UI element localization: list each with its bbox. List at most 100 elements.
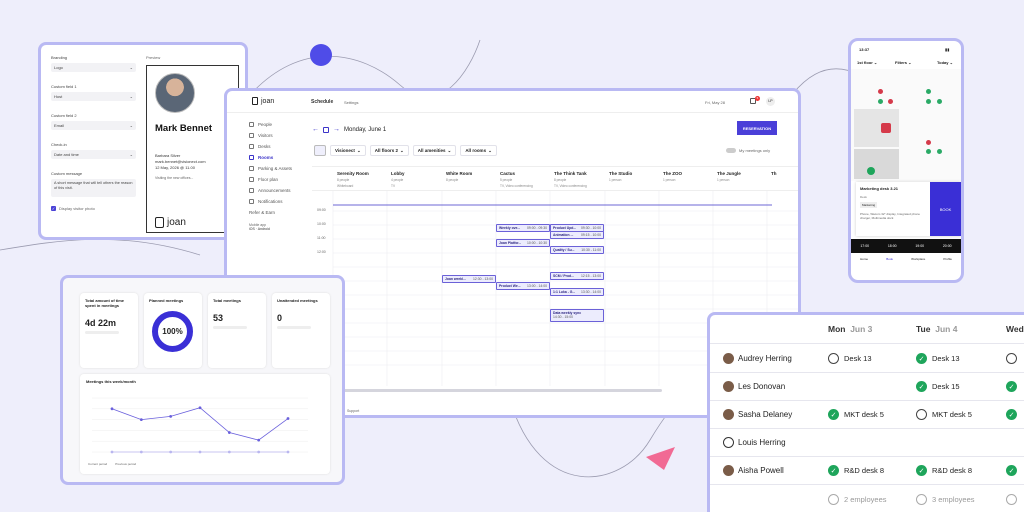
sidebar-item-people[interactable]: People xyxy=(249,119,309,130)
view-toggle[interactable] xyxy=(314,145,326,156)
table-row[interactable]: Les Donovan ✓ Desk 15 ✓ xyxy=(710,373,1024,401)
visitor-name: Mark Bennet xyxy=(155,123,213,134)
sidebar-item-announcements[interactable]: Announcements xyxy=(249,185,309,196)
battery-icon: ▮▮ xyxy=(945,47,950,52)
sidebar-item-notifications[interactable]: Notifications xyxy=(249,196,309,207)
employees-icon xyxy=(916,493,927,505)
sidebar-item-floor-plan[interactable]: Floor plan xyxy=(249,174,309,185)
filter-bar: Visionect ⌄ All floors 2 ⌄ All amenities ⌄ … xyxy=(314,145,497,156)
event-block[interactable]: Joan Platfor... 10:00 - 10:30 xyxy=(496,239,550,247)
table-row[interactable]: Aisha Powell ✓ R&D desk 8 ✓ R&D desk 8 ✓ xyxy=(710,457,1024,485)
joan-logo-icon xyxy=(252,97,258,105)
bottom-tab-bar: Home Book Workplace Profile xyxy=(851,257,961,261)
event-block[interactable]: Quality / Su... 10:30 - 11:00 xyxy=(550,246,604,254)
event-block[interactable]: SCM / Prod... 12:15 - 13:00 xyxy=(550,272,604,280)
floor-plan-icon xyxy=(249,177,254,182)
calendar-icon[interactable] xyxy=(323,126,329,133)
notification-badge: 5 xyxy=(755,96,760,101)
checked-in-icon: ✓ xyxy=(1006,381,1017,392)
tab-home[interactable]: Home xyxy=(860,257,868,261)
legend-previous: Previous period xyxy=(115,462,137,466)
tab-profile[interactable]: Profile xyxy=(943,257,952,261)
cell-wed xyxy=(1006,353,1017,364)
support-link[interactable]: Support xyxy=(347,409,359,413)
time-slot-bar[interactable]: 17:00 18:00 19:00 20:00 xyxy=(851,239,961,253)
next-arrow-icon[interactable]: → xyxy=(333,126,340,133)
sidebar-item-desks[interactable]: Desks xyxy=(249,141,309,152)
desk-tag: Marketing xyxy=(860,202,878,208)
checkin-label: Check-in xyxy=(51,142,67,147)
desk-marker-free[interactable] xyxy=(867,167,875,175)
tab-schedule[interactable]: Schedule xyxy=(311,99,333,105)
event-block[interactable]: Joan weekl... 12:30 - 13:00 xyxy=(442,275,496,283)
rooms-icon xyxy=(249,155,254,160)
checkin-select[interactable]: Date and time ⌄ xyxy=(51,150,136,159)
book-button[interactable]: BOOK xyxy=(930,182,961,236)
filter-amenities[interactable]: All amenities ⌄ xyxy=(412,145,457,156)
day-select[interactable]: Today ⌄ xyxy=(937,60,953,65)
message-label: Custom message xyxy=(51,171,83,176)
event-block[interactable]: Animation ... 09:15 - 10:00 xyxy=(550,231,604,239)
event-block[interactable]: Product We... 13:00 - 14:00 xyxy=(496,282,550,290)
mobile-app-links[interactable]: iOS · Android xyxy=(249,227,309,231)
not-checked-icon xyxy=(828,353,839,364)
meetings-stats-card: Total amount of time spent in meetings 4… xyxy=(60,275,345,485)
display-photo-checkbox[interactable]: ✓ xyxy=(51,206,56,211)
person-name: Audrey Herring xyxy=(738,354,792,363)
event-block[interactable]: Data weekly sync 14:30 - 15:00 xyxy=(550,309,604,322)
tab-workplace[interactable]: Workplace xyxy=(911,257,925,261)
sidebar-item-rooms[interactable]: Rooms xyxy=(249,152,309,163)
tab-book[interactable]: Book xyxy=(886,257,893,261)
avatar xyxy=(723,465,734,476)
checked-in-icon: ✓ xyxy=(1006,465,1017,476)
branding-select[interactable]: Logo ⌄ xyxy=(51,63,136,72)
stat-unattended-meetings: Unattended meetings 0 xyxy=(272,293,330,368)
field2-select[interactable]: Email ⌄ xyxy=(51,121,136,130)
visit-date: 12 May, 2026 @ 11.00 xyxy=(155,165,195,170)
sidebar-item-visitors[interactable]: Visitors xyxy=(249,130,309,141)
desk-marker-occupied[interactable] xyxy=(881,123,891,133)
table-row[interactable]: Audrey Herring Desk 13 ✓ Desk 13 xyxy=(710,345,1024,373)
tab-settings[interactable]: Settings xyxy=(344,100,358,105)
room-header: The Think Tank 8 people TV, Video conferen… xyxy=(554,171,587,188)
data-point xyxy=(139,450,143,454)
reservation-button[interactable]: RESERVATION xyxy=(737,121,777,135)
event-block[interactable]: 1:1 Luka - G... 13:30 - 14:00 xyxy=(550,288,604,296)
floor-plan-map[interactable] xyxy=(851,69,961,181)
filter-floors[interactable]: All floors 2 ⌄ xyxy=(369,145,409,156)
event-block[interactable]: Weekly ove... 09:00 - 09:30 xyxy=(496,224,550,232)
joan-logo: joan xyxy=(155,217,186,228)
floor-select[interactable]: 1st floor ⌄ xyxy=(857,60,877,65)
field1-select[interactable]: Host ⌄ xyxy=(51,92,136,101)
sidebar-item-refer[interactable]: Refer & Earn xyxy=(249,207,309,218)
room-header: The Studio 1 person xyxy=(609,171,633,182)
filters-select[interactable]: Filters ⌄ xyxy=(895,60,911,65)
my-meetings-toggle[interactable] xyxy=(726,148,736,153)
user-avatar[interactable]: LP xyxy=(766,97,775,106)
visitor-badge-settings-card: Branding Logo ⌄ Custom field 1 Host ⌄ Cust… xyxy=(38,42,248,240)
person-name: Sasha Delaney xyxy=(738,410,793,419)
horizontal-scrollbar[interactable] xyxy=(337,389,662,392)
sidebar-item-parking[interactable]: Parking & Assets xyxy=(249,163,309,174)
my-meetings-label: My meetings only xyxy=(739,148,771,153)
filter-rooms[interactable]: All rooms ⌄ xyxy=(460,145,497,156)
visitor-photo xyxy=(155,73,195,113)
message-textarea[interactable]: A short message that will tell others th… xyxy=(51,179,136,197)
avatar xyxy=(723,381,734,392)
room-header: Lobby 4 people TV xyxy=(391,171,405,188)
table-row[interactable]: Louis Herring xyxy=(710,429,1024,457)
checked-in-icon: ✓ xyxy=(1006,409,1017,420)
filter-company[interactable]: Visionect ⌄ xyxy=(330,145,366,156)
time-label: 09:00 xyxy=(317,208,326,212)
announcements-icon xyxy=(249,188,254,193)
status-time: 13:37 xyxy=(859,47,870,52)
summary-mon: 2 employees xyxy=(844,494,887,504)
top-bar: joan Schedule Settings Fri, May 28 5 LP xyxy=(227,91,798,113)
bell-icon xyxy=(249,199,254,204)
time-label: 12:00 xyxy=(317,250,326,254)
table-row[interactable]: Sasha Delaney ✓ MKT desk 5 MKT desk 5 ✓ xyxy=(710,401,1024,429)
room-header: The ZOO 1 person xyxy=(663,171,682,182)
header-wed: Wed xyxy=(1006,324,1024,334)
cell-tue: ✓ Desk 13 xyxy=(916,353,960,364)
prev-arrow-icon[interactable]: ← xyxy=(312,126,319,133)
